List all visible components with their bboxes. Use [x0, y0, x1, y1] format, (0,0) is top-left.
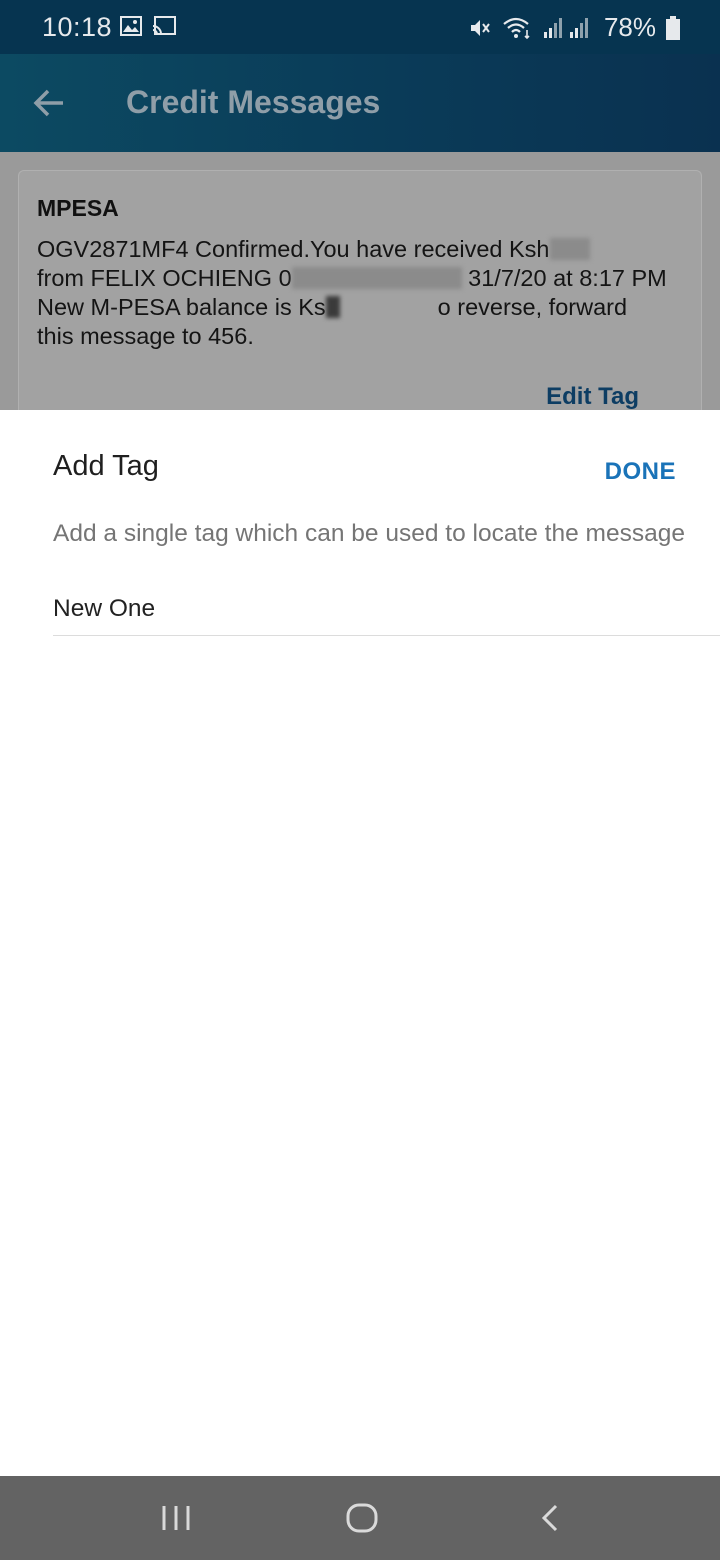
app-bar: Credit Messages [0, 54, 720, 152]
home-icon[interactable] [344, 1498, 380, 1543]
battery-percent: 78% [603, 12, 656, 42]
message-line-2-end: 31/7/20 at 8:17 PM [461, 265, 667, 291]
cast-icon [152, 16, 176, 36]
page-title: Credit Messages [126, 84, 381, 120]
status-right: 78% [468, 12, 680, 43]
tag-input[interactable] [53, 582, 720, 636]
nav-back-icon[interactable] [538, 1498, 562, 1543]
message-line-1: OGV2871MF4 Confirmed.You have received K… [37, 236, 550, 262]
message-sender: MPESA [37, 195, 119, 221]
message-line-4: this message to 456. [37, 323, 254, 349]
message-card: MPESA OGV2871MF4 Confirmed.You have rece… [18, 170, 702, 410]
message-line-3-start: New M-PESA balance is Ks [37, 294, 326, 320]
notification-icons [120, 16, 176, 36]
done-button[interactable]: DONE [605, 458, 676, 486]
status-bar: 10:18 78% [0, 0, 720, 54]
mute-icon [468, 16, 492, 40]
redacted-phone [291, 267, 462, 289]
system-nav-bar [0, 1476, 720, 1560]
message-line-3-end: o reverse, forward [437, 294, 628, 320]
message-body: OGV2871MF4 Confirmed.You have received K… [37, 235, 687, 351]
recents-icon[interactable] [160, 1498, 192, 1543]
dialog-subtitle: Add a single tag which can be used to lo… [53, 520, 685, 547]
dialog-title: Add Tag [53, 450, 159, 482]
redacted-amount [549, 238, 590, 260]
redacted-balance-start [325, 296, 340, 318]
battery-icon [666, 15, 680, 40]
edit-tag-button[interactable]: Edit Tag [546, 383, 639, 411]
wifi-icon [502, 16, 532, 40]
message-line-2-start: from FELIX OCHIENG 0 [37, 265, 292, 291]
status-time: 10:18 [42, 12, 113, 42]
signal-icon [542, 16, 594, 40]
add-tag-dialog: Add Tag DONE Add a single tag which can … [0, 410, 720, 1476]
back-arrow-icon[interactable] [32, 87, 66, 119]
image-icon [120, 16, 142, 36]
